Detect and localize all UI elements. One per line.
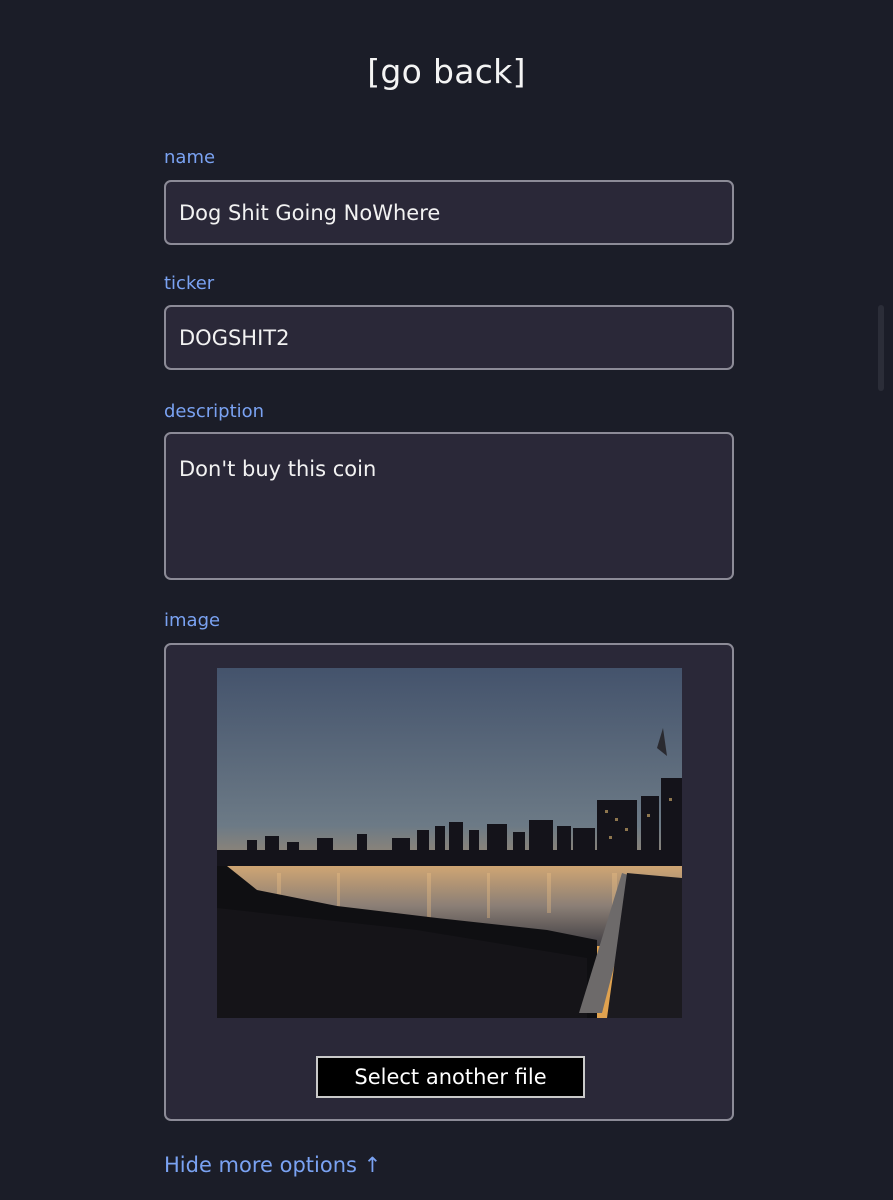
create-coin-page: [go back] name Dog Shit Going NoWhere ti…: [0, 0, 893, 1200]
ticker-label: ticker: [164, 273, 215, 294]
name-input[interactable]: Dog Shit Going NoWhere: [164, 180, 734, 245]
ticker-input[interactable]: DOGSHIT2: [164, 305, 734, 370]
image-label: image: [164, 610, 221, 631]
image-preview: [217, 668, 682, 1018]
ticker-input-value: DOGSHIT2: [179, 326, 290, 350]
hide-more-options-link[interactable]: Hide more options ↑: [164, 1153, 381, 1177]
select-another-file-button[interactable]: Select another file: [316, 1056, 585, 1098]
go-back-link[interactable]: [go back]: [0, 52, 893, 91]
description-textarea[interactable]: Don't buy this coin: [164, 432, 734, 580]
description-textarea-value: Don't buy this coin: [179, 457, 377, 481]
description-label: description: [164, 401, 265, 422]
name-input-value: Dog Shit Going NoWhere: [179, 201, 441, 225]
name-label: name: [164, 147, 216, 168]
scrollbar-thumb[interactable]: [878, 305, 884, 391]
